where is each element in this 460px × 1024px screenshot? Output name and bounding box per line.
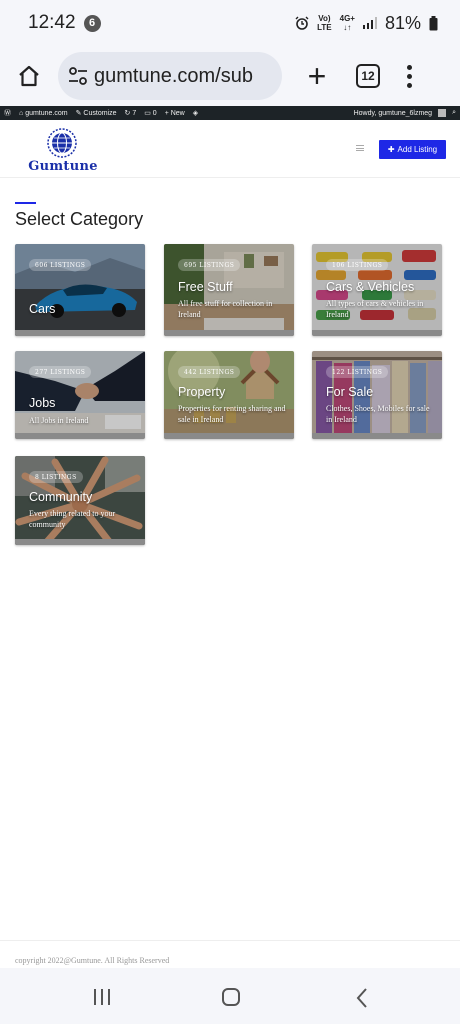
back-icon[interactable]: [355, 988, 369, 1008]
admin-comments-link[interactable]: ▭ 0: [144, 109, 156, 117]
category-description: All Jobs in Ireland: [29, 416, 89, 425]
home-nav-icon[interactable]: [222, 988, 240, 1006]
footer-divider: [0, 940, 460, 941]
category-card-cars-vehicles[interactable]: 106 LISTINGS Cars & Vehicles All types o…: [312, 244, 442, 336]
signal-icon: [362, 17, 377, 29]
address-bar[interactable]: gumtune.com/sub: [58, 52, 282, 100]
site-logo[interactable]: Gumtune: [24, 128, 102, 174]
listing-count-badge: 277 LISTINGS: [29, 366, 92, 378]
wordpress-logo-icon[interactable]: Ⓦ: [4, 108, 11, 118]
logo-text: Gumtune: [28, 159, 98, 174]
category-description: Properties for renting sharing and sale …: [178, 404, 286, 424]
section-title: Select Category: [15, 209, 144, 229]
category-card-for-sale[interactable]: 122 LISTINGS For Sale Clothes, Shoes, Mo…: [312, 351, 442, 439]
category-title: Cars: [29, 302, 56, 316]
category-description: Clothes, Shoes, Mobiles for sale in Irel…: [326, 404, 430, 424]
alarm-icon: [295, 16, 309, 30]
listing-count-badge: 8 LISTINGS: [29, 471, 83, 483]
category-description: Every thing related to your community: [29, 509, 116, 529]
url-text: gumtune.com/sub: [94, 64, 253, 87]
category-title: Community: [29, 490, 93, 504]
category-title: Property: [178, 385, 226, 399]
add-listing-button[interactable]: ✚ Add Listing: [379, 140, 446, 159]
status-bar: 12:42 6 Vo) LTE 4G+ ↓↑ 81%: [0, 0, 460, 46]
recent-apps-icon[interactable]: [94, 989, 110, 1005]
tab-switcher-button[interactable]: 12: [356, 64, 380, 88]
category-card-property[interactable]: 442 LISTINGS Property Properties for ren…: [164, 351, 294, 439]
listing-count-badge: 606 LISTINGS: [29, 259, 92, 271]
site-settings-icon[interactable]: [68, 67, 88, 85]
listing-count-badge: 122 LISTINGS: [326, 366, 389, 378]
category-card-community[interactable]: 8 LISTINGS Community Every thing related…: [15, 456, 145, 545]
battery-percent: 81%: [384, 12, 421, 33]
volte-indicator: Vo) LTE: [317, 14, 332, 32]
browser-toolbar: gumtune.com/sub + 12: [0, 46, 460, 106]
notification-count-badge: 6: [83, 14, 101, 32]
category-title: Cars & Vehicles: [326, 280, 415, 294]
category-description: All free stuff for collection in Ireland: [178, 299, 273, 319]
globe-icon: [47, 128, 77, 158]
category-title: Jobs: [29, 396, 56, 410]
category-card-free-stuff[interactable]: 695 LISTINGS Free Stuff All free stuff f…: [164, 244, 294, 336]
plus-icon: ✚: [387, 145, 395, 154]
site-header: Gumtune ✚ Add Listing: [0, 120, 460, 178]
category-card-cars[interactable]: 606 LISTINGS Cars: [15, 244, 145, 336]
listing-count-badge: 442 LISTINGS: [178, 366, 241, 378]
new-tab-button[interactable]: +: [302, 60, 332, 92]
system-nav-bar: [0, 968, 460, 1024]
hamburger-menu-icon[interactable]: [356, 145, 364, 151]
section-accent-line: [15, 202, 36, 204]
network-type-indicator: 4G+ ↓↑: [339, 14, 355, 32]
admin-new-link[interactable]: + New: [165, 110, 185, 117]
home-button[interactable]: [10, 57, 48, 95]
admin-updates-link[interactable]: ↻ 7: [125, 109, 137, 117]
admin-howdy-link[interactable]: Howdy, gumtune_6lzmeg: [354, 110, 432, 117]
admin-avatar[interactable]: [438, 109, 447, 117]
browser-menu-button[interactable]: [406, 64, 412, 88]
listing-count-badge: 695 LISTINGS: [178, 259, 241, 271]
home-icon: [19, 65, 39, 87]
category-description: All types of cars & vehicles in Ireland: [326, 299, 424, 319]
category-title: For Sale: [326, 385, 374, 399]
battery-icon: [429, 15, 438, 30]
admin-search-icon[interactable]: ⌕: [452, 109, 456, 117]
listing-count-badge: 106 LISTINGS: [326, 259, 389, 271]
admin-site-link[interactable]: ⌂ gumtune.com: [19, 110, 68, 117]
plugin-icon[interactable]: ◈: [193, 109, 198, 117]
copyright-text: copyright 2022@Gumtune. All Rights Reser…: [15, 956, 170, 965]
category-title: Free Stuff: [178, 280, 233, 294]
admin-customize-link[interactable]: ✎ Customize: [76, 109, 117, 117]
category-card-jobs[interactable]: 277 LISTINGS Jobs All Jobs in Ireland: [15, 351, 145, 439]
status-time: 12:42: [28, 12, 76, 33]
wp-admin-bar: Ⓦ ⌂ gumtune.com ✎ Customize ↻ 7 ▭ 0 + Ne…: [0, 106, 460, 120]
